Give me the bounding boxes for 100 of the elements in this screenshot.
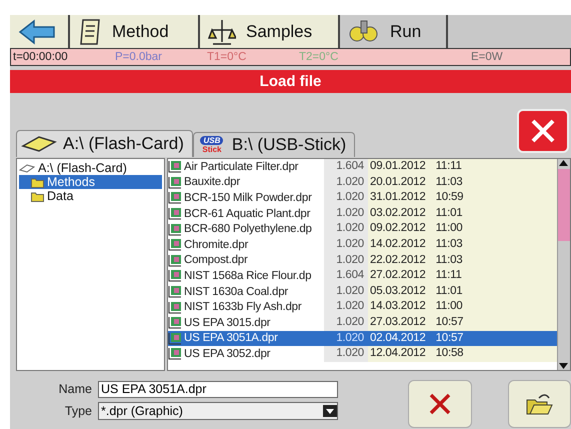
file-icon: [168, 191, 182, 204]
file-row[interactable]: US EPA 3015.dpr 1.020 27.03.2012 10:57: [168, 314, 557, 331]
file-version: 1.020: [324, 252, 368, 268]
file-date: 22.02.2012: [370, 252, 426, 268]
tree-item[interactable]: A:\ (Flash-Card): [19, 161, 162, 175]
file-time: 11:03: [436, 236, 462, 252]
file-icon: [168, 316, 182, 330]
back-button[interactable]: [10, 15, 70, 48]
folder-icon: [31, 176, 44, 188]
file-icon: [168, 160, 182, 174]
file-icon: [168, 347, 182, 360]
file-name: BCR-680 Polyethylene.dp: [184, 223, 312, 236]
file-row[interactable]: US EPA 3052.dpr 1.020 12.04.2012 10:58: [168, 346, 557, 362]
status-reading: T1=0°C: [206, 51, 248, 63]
file-time: 11:11: [436, 268, 462, 284]
file-date: 09.02.2012: [370, 221, 426, 236]
file-name: US EPA 3052.dpr: [184, 348, 270, 360]
file-version: 1.020: [324, 206, 368, 222]
file-date: 14.02.2012: [370, 236, 426, 252]
tree-item[interactable]: Data: [19, 189, 162, 203]
cancel-button[interactable]: [408, 380, 472, 428]
file-version: 1.020: [324, 236, 368, 253]
field-label: Name: [58, 382, 93, 396]
open-button[interactable]: [508, 380, 571, 428]
file-date: 05.03.2012: [370, 284, 426, 299]
file-name: NIST 1630a Coal.dpr: [184, 286, 288, 298]
file-date: 31.01.2012: [370, 190, 426, 206]
file-name: US EPA 3015.dpr: [184, 316, 270, 329]
field-label: Type: [64, 404, 93, 418]
file-name: NIST 1633b Fly Ash.dpr: [184, 301, 302, 314]
file-name: Air Particulate Filter.dpr: [184, 160, 298, 173]
cross-icon: [428, 392, 452, 416]
file-time: 11:01: [436, 206, 462, 221]
file-row[interactable]: US EPA 3051A.dpr 1.020 02.04.2012 10:57: [168, 330, 557, 346]
file-time: 11:00: [436, 221, 462, 236]
file-name: BCR-61 Aquatic Plant.dpr: [184, 208, 310, 220]
file-version: 1.020: [324, 221, 368, 237]
name-field[interactable]: US EPA 3051A.dpr: [98, 380, 338, 398]
memory-card-icon: [19, 164, 35, 172]
file-time: 11:00: [436, 299, 462, 314]
file-row[interactable]: NIST 1633b Fly Ash.dpr 1.020 14.03.2012 11:00: [168, 299, 557, 315]
file-date: 03.02.2012: [370, 206, 426, 221]
file-row[interactable]: NIST 1568a Rice Flour.dp 1.604 27.02.2012 11:11: [168, 268, 557, 284]
file-version: 1.604: [324, 159, 368, 175]
status-reading: T2=0°C: [298, 51, 340, 63]
file-date: 20.01.2012: [370, 174, 426, 190]
file-icon: [168, 254, 182, 267]
dialog-title: Load file: [10, 70, 571, 93]
file-icon: [168, 332, 182, 345]
file-time: 11:03: [436, 174, 462, 190]
status-reading: t=00:00:00: [12, 51, 69, 63]
close-button[interactable]: [517, 109, 569, 153]
file-version: 1.020: [324, 190, 368, 206]
file-row[interactable]: BCR-61 Aquatic Plant.dpr 1.020 03.02.2012 11:01: [168, 206, 557, 222]
scroll-up-icon: [558, 159, 569, 167]
status-reading: P=0.0bar: [114, 51, 163, 63]
file-icon: [168, 238, 182, 252]
scroll-down-icon: [558, 362, 569, 370]
file-time: 10:57: [436, 314, 464, 330]
toolbar-tab[interactable]: Samples: [200, 15, 340, 48]
file-row[interactable]: BCR-150 Milk Powder.dpr 1.020 31.01.2012 10:59: [168, 190, 557, 206]
file-version: 1.604: [324, 268, 368, 284]
file-name: Bauxite.dpr: [184, 176, 240, 188]
file-row[interactable]: Bauxite.dpr 1.020 20.01.2012 11:03: [168, 174, 557, 190]
memory-card-icon: [21, 135, 57, 153]
drive-tab[interactable]: A:\ (Flash-Card): [16, 130, 193, 157]
toolbar-tab[interactable]: Method: [70, 15, 200, 48]
scroll-thumb[interactable]: [558, 169, 570, 241]
file-time: 10:59: [436, 190, 464, 206]
file-version: 1.020: [324, 299, 368, 315]
file-date: 02.04.2012: [370, 330, 426, 346]
file-date: 09.01.2012: [370, 159, 426, 174]
back-arrow-icon: [18, 18, 56, 44]
file-row[interactable]: Chromite.dpr 1.020 14.02.2012 11:03: [168, 236, 557, 253]
file-row[interactable]: BCR-680 Polyethylene.dp 1.020 09.02.2012 11:00: [168, 221, 557, 237]
status-reading: E=0W: [470, 51, 504, 63]
file-name: Compost.dpr: [184, 254, 248, 266]
close-icon: [530, 118, 556, 144]
file-icon: [168, 300, 182, 314]
file-icon: [168, 285, 182, 298]
file-version: 1.020: [324, 314, 368, 331]
file-name: Chromite.dpr: [184, 238, 248, 251]
file-name: NIST 1568a Rice Flour.dp: [184, 270, 312, 282]
tree-item[interactable]: Methods: [19, 175, 162, 189]
scrollbar[interactable]: [557, 159, 570, 370]
file-time: 11:03: [436, 252, 462, 268]
file-time: 11:01: [436, 284, 462, 299]
file-row[interactable]: NIST 1630a Coal.dpr 1.020 05.03.2012 11:01: [168, 284, 557, 300]
file-icon: [168, 176, 182, 189]
open-folder-icon: [525, 392, 554, 416]
type-dropdown[interactable]: *.dpr (Graphic): [98, 402, 338, 420]
file-row[interactable]: Air Particulate Filter.dpr 1.604 09.01.2012 11:11: [168, 159, 557, 175]
file-name: US EPA 3051A.dpr: [184, 332, 278, 344]
file-time: 11:11: [436, 159, 462, 174]
file-name: BCR-150 Milk Powder.dpr: [184, 192, 312, 204]
balance-scale-icon: [208, 18, 236, 46]
file-icon: [168, 269, 182, 282]
file-date: 14.03.2012: [370, 299, 426, 314]
drive-tab[interactable]: USB Stick B:\ (USB-Stick): [192, 132, 356, 157]
file-row[interactable]: Compost.dpr 1.020 22.02.2012 11:03: [168, 252, 557, 268]
